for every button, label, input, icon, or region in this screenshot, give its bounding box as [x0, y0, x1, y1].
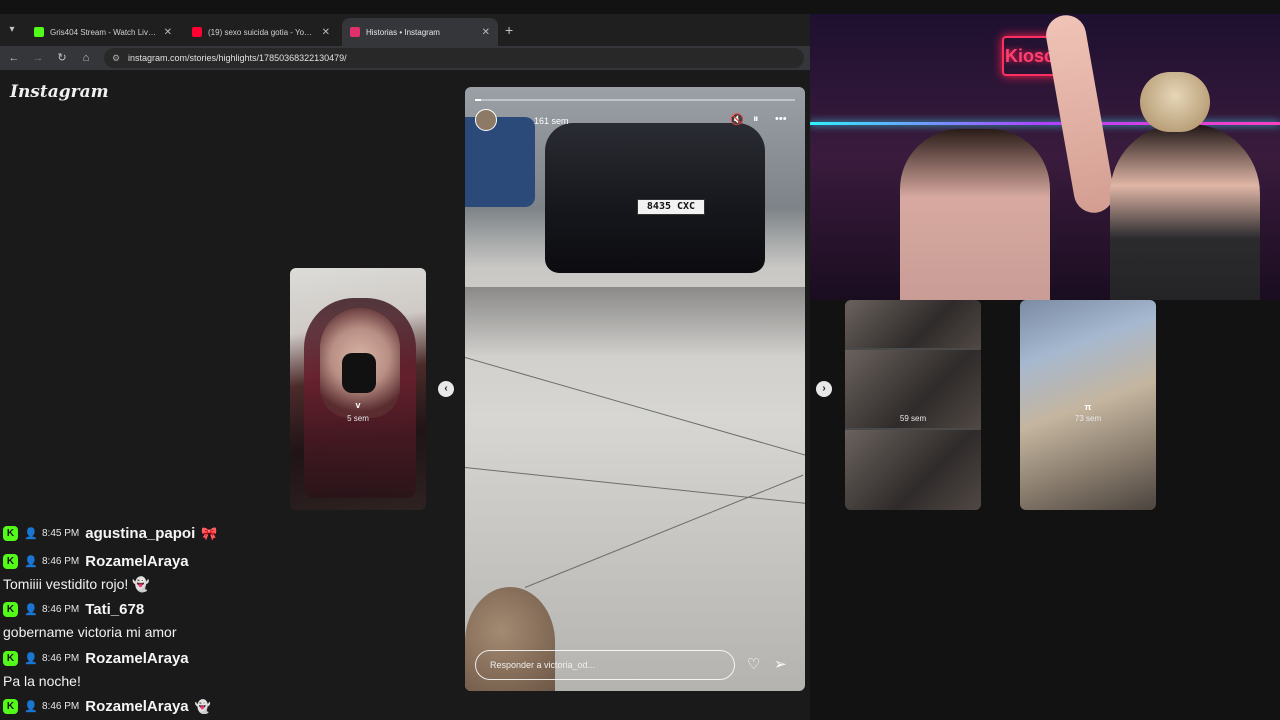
- chat-username: RozamelAraya: [85, 698, 189, 715]
- tab-youtube[interactable]: (19) sexo suicida gotia - YouTube ✕: [184, 18, 338, 46]
- chat-message: K 👤 8:46 PM Tati_678: [3, 601, 144, 618]
- story-username: v: [355, 400, 361, 410]
- reload-icon[interactable]: ↻: [54, 50, 70, 66]
- chat-text: gobername victoria mi amor: [3, 624, 177, 640]
- chat-message: K 👤 8:45 PM agustina_papoi 🎀: [3, 525, 217, 542]
- story-image: [845, 300, 981, 348]
- story-time: 73 sem: [1074, 414, 1102, 423]
- story-time: 161 sem: [534, 116, 569, 126]
- chat-time: 8:46 PM: [42, 701, 80, 712]
- instagram-logo[interactable]: Instagram: [10, 82, 109, 102]
- browser-toolbar: ← → ↻ ⌂ ⚙ instagram.com/stories/highligh…: [0, 46, 810, 70]
- close-tab-icon[interactable]: ✕: [164, 27, 172, 38]
- chat-message: K 👤 8:46 PM RozamelAraya: [3, 553, 189, 570]
- story-progress-fill: [475, 99, 482, 101]
- youtube-favicon-icon: [192, 27, 202, 37]
- avatar[interactable]: [475, 109, 497, 131]
- chat-username: RozamelAraya: [85, 650, 189, 667]
- kick-badge-icon: K: [3, 602, 18, 617]
- reply-input[interactable]: Responder a victoria_od...: [475, 650, 735, 680]
- new-tab-icon[interactable]: +: [505, 22, 513, 38]
- next-story-icon[interactable]: ›: [816, 381, 832, 397]
- pavement-crack: [524, 474, 804, 588]
- story-image-car: [545, 123, 765, 273]
- next-story-preview-2[interactable]: π 73 sem: [1020, 300, 1156, 510]
- story-image-shadow: [465, 287, 805, 357]
- address-bar[interactable]: ⚙ instagram.com/stories/highlights/17850…: [104, 48, 804, 68]
- forward-icon[interactable]: →: [30, 50, 46, 66]
- previous-story-preview[interactable]: v 5 sem: [290, 268, 426, 510]
- story-progress-bar: [475, 99, 795, 101]
- cat-sticker: [1140, 72, 1210, 132]
- tab-title: Gris404 Stream - Watch Live on Kick: [50, 27, 158, 37]
- next-story-preview[interactable]: 59 sem: [845, 300, 981, 510]
- tab-instagram[interactable]: Historias • Instagram ✕: [342, 18, 498, 46]
- neon-light: [810, 122, 1280, 125]
- tab-kick[interactable]: Gris404 Stream - Watch Live on Kick ✕: [26, 18, 180, 46]
- active-story[interactable]: 8435 CXC 161 sem 🔇 ⏸ ••• Responder a vic…: [465, 87, 805, 691]
- pavement-crack: [465, 357, 805, 463]
- url-text: instagram.com/stories/highlights/1785036…: [128, 53, 347, 63]
- chat-username: Tati_678: [85, 601, 145, 618]
- previous-story-icon[interactable]: ‹: [438, 381, 454, 397]
- stream-chat-overlay: K 👤 8:45 PM agustina_papoi 🎀 K 👤 8:46 PM…: [0, 518, 300, 720]
- pause-icon[interactable]: ⏸: [753, 113, 759, 126]
- story-username: π: [1084, 402, 1092, 412]
- kick-badge-icon: K: [3, 699, 18, 714]
- story-image-mask: [342, 353, 376, 393]
- user-icon: 👤: [24, 527, 38, 540]
- pavement-crack: [465, 467, 805, 508]
- license-plate: 8435 CXC: [637, 199, 705, 215]
- story-image: [845, 430, 981, 510]
- browser-tab-bar: ▾ Gris404 Stream - Watch Live on Kick ✕ …: [0, 14, 810, 46]
- kick-favicon-icon: [34, 27, 44, 37]
- user-icon: 👤: [24, 700, 38, 713]
- streamer-right: [1110, 124, 1260, 300]
- close-tab-icon[interactable]: ✕: [322, 27, 330, 38]
- emote-icon: 🎀: [201, 525, 218, 541]
- tab-title: (19) sexo suicida gotia - YouTube: [208, 27, 316, 37]
- chat-time: 8:46 PM: [42, 653, 80, 664]
- streamer-left: [900, 129, 1050, 300]
- chat-time: 8:46 PM: [42, 556, 80, 567]
- kick-badge-icon: K: [3, 554, 18, 569]
- tab-search-dropdown-icon[interactable]: ▾: [4, 22, 20, 38]
- chat-username: RozamelAraya: [85, 553, 189, 570]
- story-image-blue-car: [465, 117, 535, 207]
- site-info-icon[interactable]: ⚙: [112, 48, 120, 68]
- story-time: 59 sem: [899, 414, 927, 423]
- mute-icon[interactable]: 🔇: [730, 113, 744, 126]
- user-icon: 👤: [24, 603, 38, 616]
- webcam-overlay: Kiosco: [810, 14, 1280, 300]
- chat-time: 8:45 PM: [42, 528, 80, 539]
- chat-message: K 👤 8:46 PM RozamelAraya 👻: [3, 698, 211, 715]
- tab-title: Historias • Instagram: [366, 27, 440, 37]
- heart-icon[interactable]: ♡: [747, 655, 760, 673]
- chat-text: Tomiiii vestidito rojo! 👻: [3, 576, 150, 592]
- user-icon: 👤: [24, 555, 38, 568]
- chat-time: 8:46 PM: [42, 604, 80, 615]
- chat-text: Pa la noche!: [3, 673, 81, 689]
- kick-badge-icon: K: [3, 651, 18, 666]
- kick-badge-icon: K: [3, 526, 18, 541]
- home-icon[interactable]: ⌂: [78, 50, 94, 66]
- user-icon: 👤: [24, 652, 38, 665]
- story-time: 5 sem: [347, 414, 369, 423]
- raised-arm: [1042, 14, 1118, 216]
- chat-username: agustina_papoi: [85, 525, 196, 542]
- more-options-icon[interactable]: •••: [775, 113, 787, 125]
- emote-icon: 👻: [194, 698, 211, 714]
- instagram-favicon-icon: [350, 27, 360, 37]
- back-icon[interactable]: ←: [6, 50, 22, 66]
- chat-message: K 👤 8:46 PM RozamelAraya: [3, 650, 189, 667]
- send-icon[interactable]: ➢: [774, 655, 787, 673]
- close-tab-icon[interactable]: ✕: [482, 27, 490, 38]
